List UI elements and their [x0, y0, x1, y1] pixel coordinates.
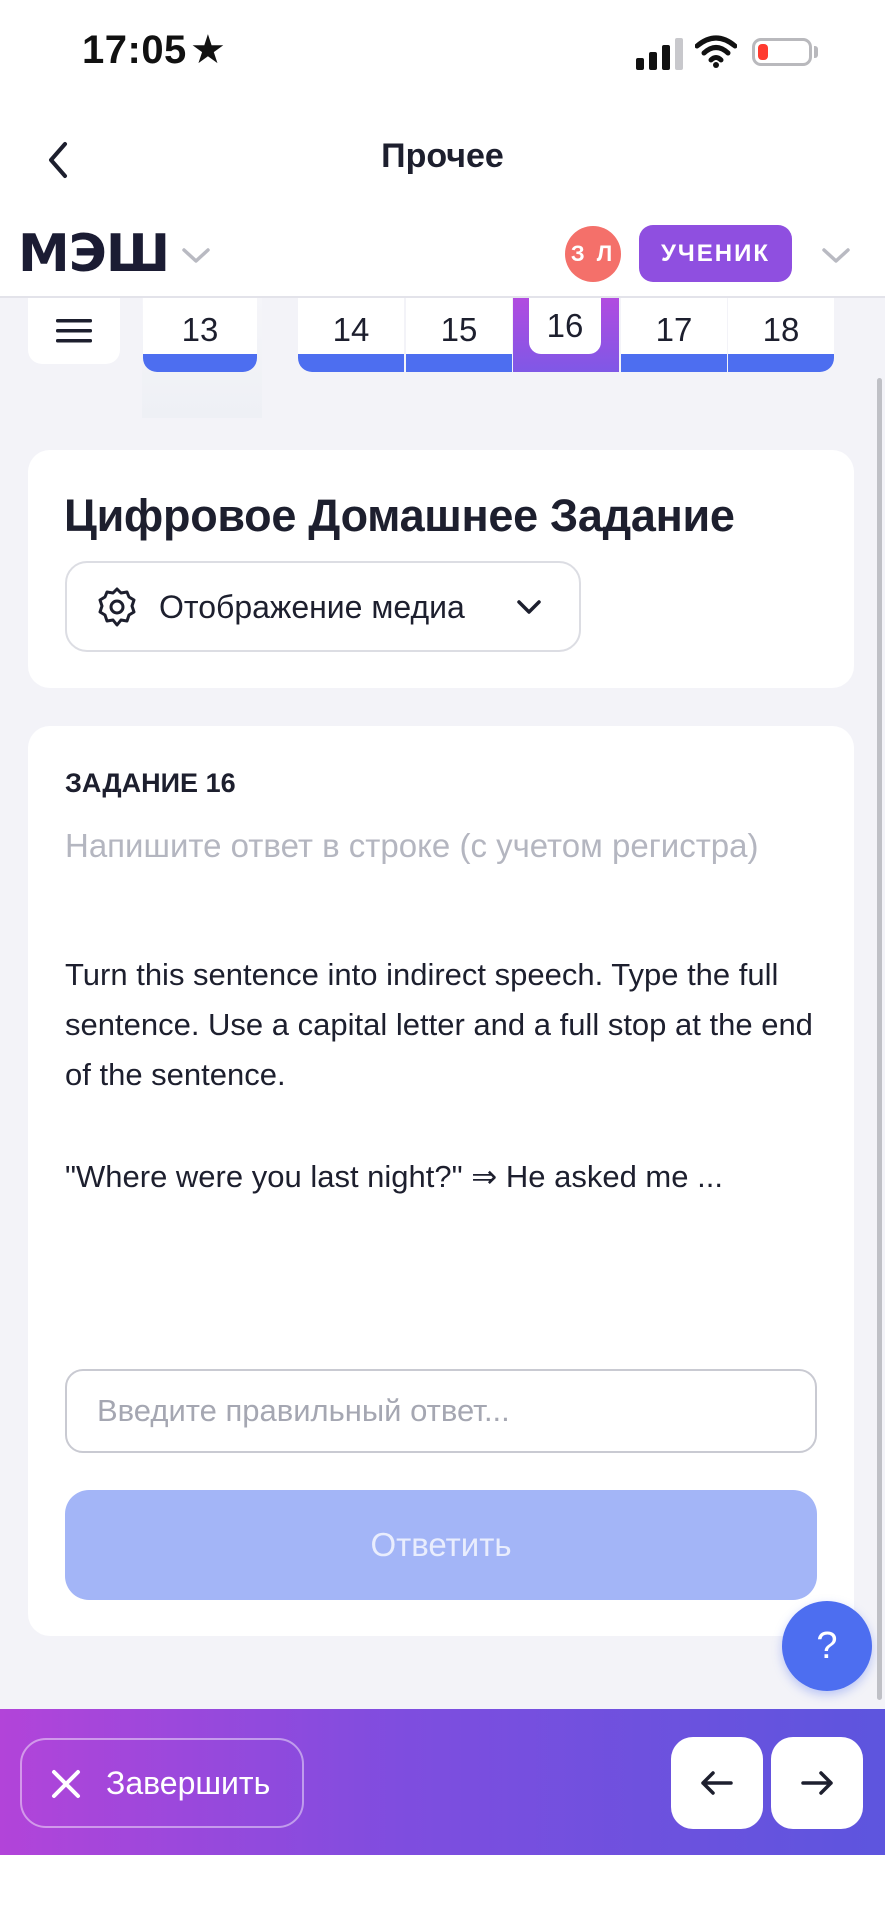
task-number-label: ЗАДАНИЕ 16 — [65, 768, 236, 798]
task-example: "Where were you last night?" ⇒ He asked … — [65, 1159, 723, 1194]
status-time: 17:05 — [82, 28, 187, 72]
finish-button[interactable]: Завершить — [20, 1738, 304, 1828]
media-display-label: Отображение медиа — [159, 589, 465, 625]
signal-icon — [636, 38, 684, 70]
wifi-icon — [695, 35, 737, 68]
tab-task-18[interactable]: 18 — [728, 298, 834, 372]
close-icon — [52, 1770, 80, 1798]
role-badge[interactable]: УЧЕНИК — [639, 225, 792, 282]
homework-title: Цифровое Домашнее Задание — [64, 490, 735, 541]
page-title: Прочее — [381, 137, 504, 175]
tab-progress-bar — [143, 354, 257, 372]
logo[interactable]: МЭШ — [18, 224, 170, 284]
chevron-down-icon[interactable] — [818, 240, 854, 270]
tab-progress-bar — [406, 354, 512, 372]
finish-label: Завершить — [106, 1764, 271, 1801]
submit-answer-button[interactable]: Ответить — [65, 1490, 817, 1600]
hamburger-icon — [56, 319, 92, 343]
tab-label: 16 — [529, 298, 601, 354]
arrow-left-icon — [701, 1771, 733, 1795]
tab-progress-bar — [621, 354, 727, 372]
tab-task-16[interactable]: 16 — [513, 298, 619, 372]
prev-button[interactable] — [671, 1737, 763, 1829]
tab-progress-bar — [298, 354, 404, 372]
help-button[interactable]: ? — [782, 1601, 872, 1691]
home-indicator-area — [0, 1855, 885, 1920]
tab-task-15[interactable]: 15 — [406, 298, 512, 372]
arrow-right-icon — [801, 1771, 833, 1795]
task-instruction: Turn this sentence into indirect speech.… — [65, 957, 813, 1092]
scrollbar[interactable] — [877, 378, 882, 1700]
tab-task-13[interactable]: 13 — [143, 298, 257, 372]
tab-progress-bar — [728, 354, 834, 372]
tab-label: 14 — [332, 311, 370, 348]
tab-label: 13 — [181, 311, 219, 348]
tab-task-17[interactable]: 17 — [621, 298, 727, 372]
answer-input[interactable] — [65, 1369, 817, 1453]
next-button[interactable] — [771, 1737, 863, 1829]
gear-icon — [98, 587, 136, 627]
menu-button[interactable] — [28, 298, 120, 364]
battery-tip — [814, 46, 818, 58]
task-hint: Напишите ответ в строке (с учетом регист… — [65, 827, 759, 864]
chevron-down-icon[interactable] — [178, 240, 214, 270]
status-star-icon: ★ — [190, 28, 226, 72]
avatar[interactable]: З Л — [565, 226, 621, 282]
battery-icon — [752, 38, 812, 66]
tab-label: 18 — [762, 311, 800, 348]
tab-task-14[interactable]: 14 — [298, 298, 404, 372]
tab-label: 15 — [440, 311, 478, 348]
chevron-down-icon — [517, 600, 541, 614]
tab-label: 17 — [655, 311, 693, 348]
